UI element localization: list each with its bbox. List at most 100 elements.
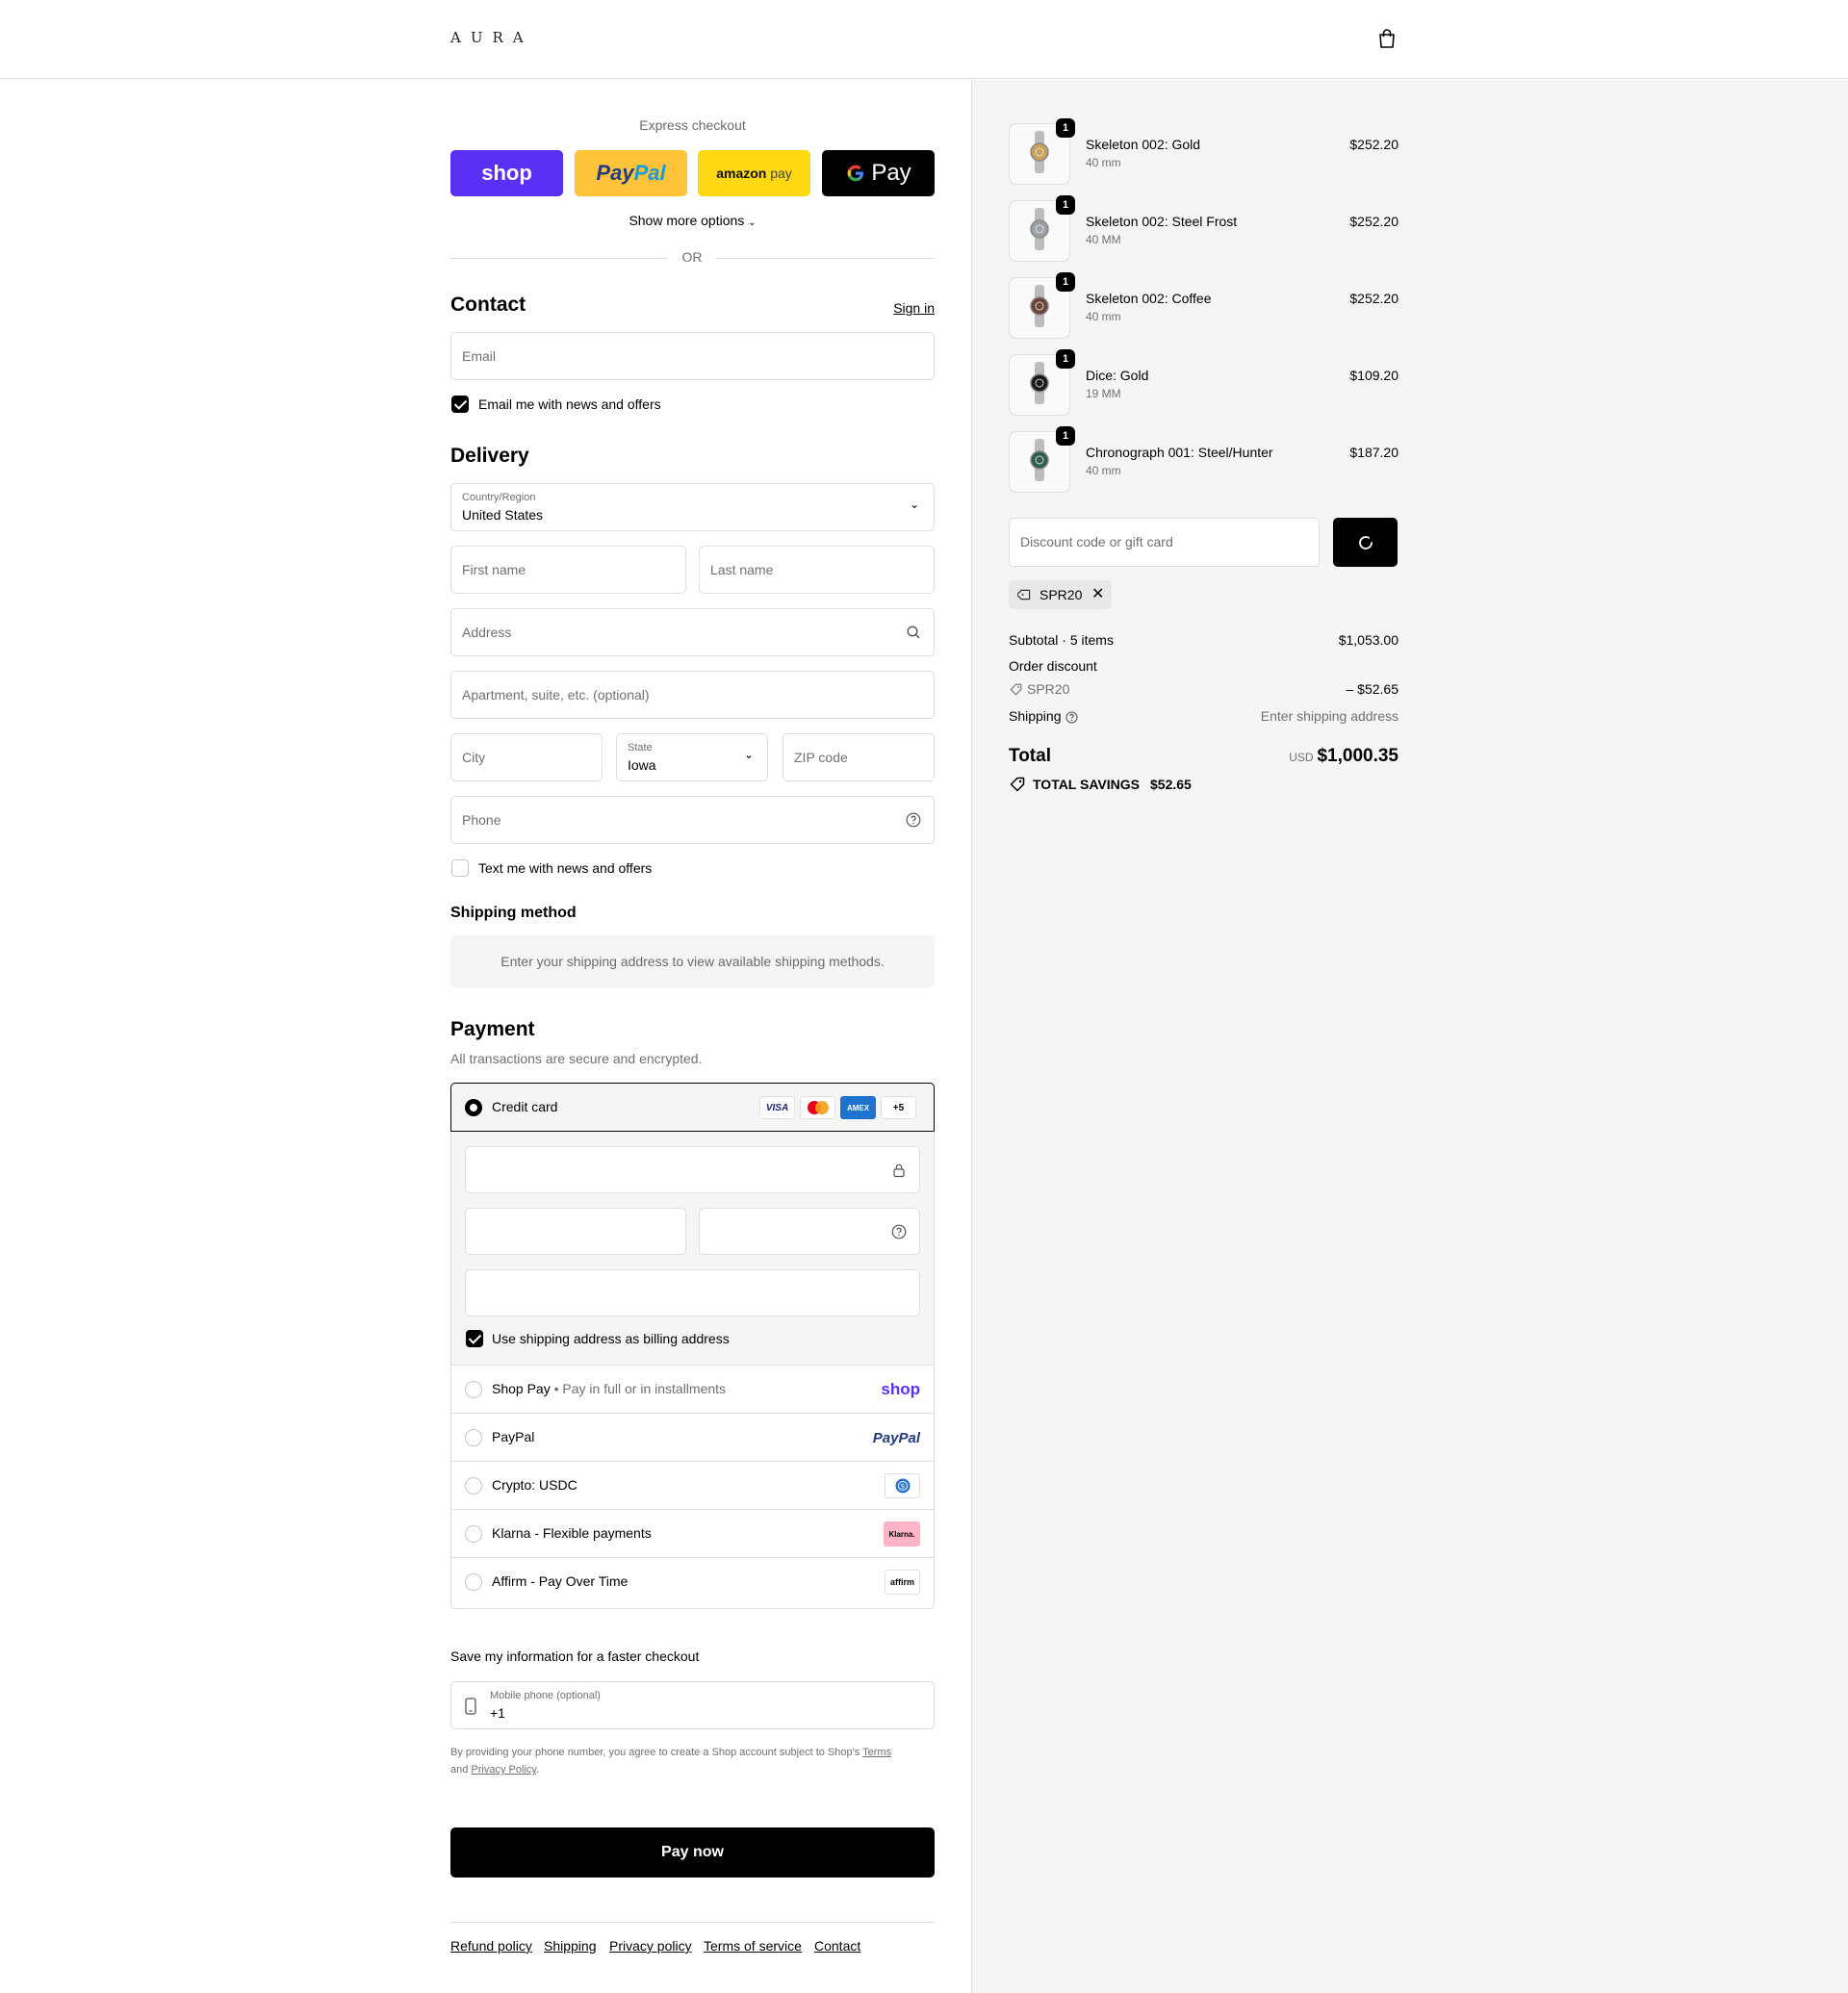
- total-value: $1,000.35: [1317, 746, 1399, 766]
- paypal-radio[interactable]: [465, 1429, 482, 1446]
- remove-discount-icon[interactable]: ✕: [1091, 584, 1104, 603]
- order-item: 1 Skeleton 002: Gold 40 mm $252.20: [1009, 118, 1399, 187]
- sign-in-link[interactable]: Sign in: [893, 300, 935, 316]
- country-value: United States: [462, 507, 544, 523]
- amazon-pay-express-button[interactable]: amazon pay: [698, 150, 810, 196]
- affirm-radio[interactable]: [465, 1573, 482, 1591]
- email-placeholder: Email: [462, 348, 497, 364]
- name-on-card-field[interactable]: [465, 1269, 920, 1316]
- credit-card-radio[interactable]: [465, 1099, 482, 1116]
- mobile-phone-field[interactable]: Mobile phone (optional) +1: [450, 1681, 935, 1729]
- klarna-option[interactable]: Klarna - Flexible payments Klarna.: [451, 1509, 934, 1557]
- country-select[interactable]: Country/Region United States ⌄: [450, 483, 935, 531]
- tag-icon: [1010, 683, 1022, 696]
- item-price: $252.20: [1349, 291, 1399, 306]
- order-item: 1 Chronograph 001: Steel/Hunter 40 mm $1…: [1009, 426, 1399, 495]
- watch-icon: [1029, 207, 1050, 255]
- zip-field[interactable]: ZIP code: [783, 733, 935, 781]
- subtotal-label: Subtotal · 5 items: [1009, 632, 1114, 648]
- affirm-label: Affirm - Pay Over Time: [492, 1573, 629, 1589]
- item-price: $252.20: [1349, 137, 1399, 152]
- footer-link-privacy-policy[interactable]: Privacy policy: [609, 1938, 692, 1954]
- order-item: 1 Skeleton 002: Coffee 40 mm $252.20: [1009, 272, 1399, 341]
- klarna-logo: Klarna.: [884, 1521, 920, 1546]
- state-select[interactable]: State Iowa ⌄: [616, 733, 768, 781]
- total-savings-value: $52.65: [1150, 777, 1192, 792]
- watch-icon: [1029, 284, 1050, 332]
- item-price: $187.20: [1349, 445, 1399, 460]
- address-field[interactable]: Address: [450, 608, 935, 656]
- shop-pay-radio[interactable]: [465, 1381, 482, 1398]
- last-name-placeholder: Last name: [710, 562, 774, 577]
- text-news-checkbox[interactable]: [451, 859, 469, 877]
- show-more-options-button[interactable]: Show more options ⌄: [450, 213, 935, 228]
- footer-link-refund-policy[interactable]: Refund policy: [450, 1938, 532, 1954]
- lock-icon: [893, 1163, 905, 1178]
- paypal-option[interactable]: PayPal PayPal: [451, 1413, 934, 1461]
- first-name-field[interactable]: First name: [450, 546, 686, 594]
- usdc-icon: $: [885, 1473, 920, 1498]
- product-thumbnail: 1: [1009, 349, 1075, 416]
- billing-address-checkbox[interactable]: [466, 1330, 483, 1347]
- amazon-pay-logo: amazon pay: [716, 166, 792, 181]
- last-name-field[interactable]: Last name: [699, 546, 935, 594]
- card-number-field[interactable]: [465, 1146, 920, 1193]
- footer-link-terms-of-service[interactable]: Terms of service: [704, 1938, 802, 1954]
- email-news-label: Email me with news and offers: [478, 396, 661, 412]
- expiration-date-field[interactable]: [465, 1208, 686, 1255]
- apartment-field[interactable]: Apartment, suite, etc. (optional): [450, 671, 935, 719]
- crypto-label: Crypto: USDC: [492, 1477, 578, 1493]
- item-name: Chronograph 001: Steel/Hunter: [1086, 445, 1273, 460]
- shop-pay-express-button[interactable]: shop: [450, 150, 563, 196]
- applied-code: SPR20: [1040, 587, 1083, 602]
- gpay-label: Pay: [871, 160, 911, 186]
- help-icon[interactable]: [1065, 711, 1078, 724]
- discount-code-field[interactable]: Discount code or gift card: [1009, 518, 1320, 567]
- footer-link-shipping[interactable]: Shipping: [544, 1938, 597, 1954]
- security-code-field[interactable]: [699, 1208, 920, 1255]
- state-label: State: [628, 742, 653, 754]
- email-news-checkbox[interactable]: [451, 396, 469, 413]
- credit-card-option[interactable]: Credit card VISA AMEX +5: [450, 1083, 935, 1132]
- shopping-bag-icon[interactable]: [1376, 28, 1398, 49]
- phone-field[interactable]: Phone: [450, 796, 935, 844]
- apply-discount-button[interactable]: [1333, 518, 1398, 567]
- shop-pay-option[interactable]: Shop Pay • Pay in full or in installment…: [451, 1365, 934, 1413]
- item-name: Skeleton 002: Gold: [1086, 137, 1201, 152]
- pay-now-button[interactable]: Pay now: [450, 1827, 935, 1878]
- watch-icon: [1029, 361, 1050, 409]
- quantity-badge: 1: [1056, 426, 1075, 446]
- store-logo[interactable]: AURA: [450, 29, 533, 46]
- google-pay-express-button[interactable]: Pay: [822, 150, 935, 196]
- order-item: 1 Skeleton 002: Steel Frost 40 MM $252.2…: [1009, 195, 1399, 264]
- footer-link-contact[interactable]: Contact: [814, 1938, 860, 1954]
- shipping-method-heading: Shipping method: [450, 905, 577, 921]
- paypal-express-button[interactable]: PayPal: [575, 150, 687, 196]
- affirm-logo: affirm: [885, 1570, 920, 1595]
- delivery-heading: Delivery: [450, 445, 529, 467]
- payment-heading: Payment: [450, 1018, 535, 1040]
- help-icon[interactable]: [906, 812, 921, 828]
- klarna-radio[interactable]: [465, 1525, 482, 1543]
- crypto-radio[interactable]: [465, 1477, 482, 1495]
- header: AURA: [0, 0, 1848, 79]
- quantity-badge: 1: [1056, 349, 1075, 369]
- crypto-usdc-option[interactable]: Crypto: USDC $: [451, 1461, 934, 1509]
- paypal-logo: PayPal: [596, 161, 666, 185]
- email-field[interactable]: Email: [450, 332, 935, 380]
- terms-link[interactable]: Terms: [862, 1747, 891, 1758]
- mobile-phone-icon: [465, 1698, 476, 1715]
- city-field[interactable]: City: [450, 733, 603, 781]
- help-icon[interactable]: [891, 1224, 907, 1239]
- item-variant: 40 mm: [1086, 156, 1121, 169]
- loading-spinner-icon: [1358, 535, 1373, 549]
- contact-heading: Contact: [450, 294, 526, 316]
- discount-value: – $52.65: [1346, 681, 1399, 697]
- order-discount-label: Order discount: [1009, 658, 1097, 674]
- shipping-method-info: Enter your shipping address to view avai…: [450, 935, 935, 987]
- shop-legal-text: By providing your phone number, you agre…: [450, 1747, 892, 1776]
- privacy-policy-link[interactable]: Privacy Policy: [471, 1764, 536, 1776]
- affirm-option[interactable]: Affirm - Pay Over Time affirm: [451, 1557, 934, 1607]
- paypal-label: PayPal: [492, 1429, 535, 1444]
- klarna-label: Klarna - Flexible payments: [492, 1525, 652, 1541]
